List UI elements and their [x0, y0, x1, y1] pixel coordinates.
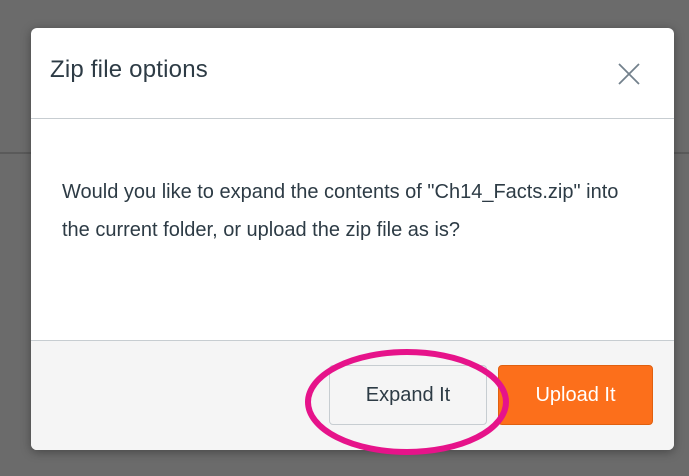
expand-it-button[interactable]: Expand It — [329, 365, 487, 425]
close-icon — [618, 63, 640, 85]
dialog-body: Would you like to expand the contents of… — [31, 119, 674, 340]
dialog-title: Zip file options — [50, 56, 208, 83]
dialog-header: Zip file options — [31, 28, 674, 119]
close-button[interactable] — [613, 58, 645, 90]
upload-it-button[interactable]: Upload It — [498, 365, 653, 425]
dialog-footer: Expand It Upload It — [31, 340, 674, 450]
zip-options-dialog: Zip file options Would you like to expan… — [31, 28, 674, 450]
dialog-message: Would you like to expand the contents of… — [62, 181, 619, 241]
